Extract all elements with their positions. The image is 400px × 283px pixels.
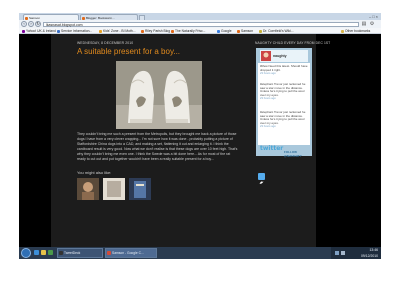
address-bar[interactable]: lkasnasat.blogspot.com bbox=[43, 21, 359, 27]
page-icon bbox=[259, 29, 262, 33]
tweet-text: #lifew Need this latest. Should have dro… bbox=[260, 64, 308, 72]
ie-icon[interactable] bbox=[34, 250, 39, 255]
toolbar: ‹ › ↻ lkasnasat.blogspot.com ▤ ⚙ bbox=[19, 20, 381, 28]
chrome-icon bbox=[107, 251, 111, 255]
post-date: WEDNESDAY, 8 DECEMBER 2010 bbox=[77, 41, 134, 45]
taskbar-item-chrome[interactable]: Samson - Google C... bbox=[105, 248, 157, 258]
twitter-bird-icon bbox=[259, 181, 264, 184]
web-page: WEDNESDAY, 8 DECEMBER 2010 A suitable pr… bbox=[19, 34, 381, 247]
post-body: They couldn't bring me such a present fr… bbox=[77, 132, 238, 161]
post-title[interactable]: A suitable present for a boy... bbox=[77, 47, 180, 56]
tweet-list: #lifew Need this latest. Should have dro… bbox=[258, 63, 310, 145]
media-icon[interactable] bbox=[48, 250, 53, 255]
tweet: #elephant Trevor just reckoned he saw a … bbox=[260, 110, 308, 129]
might-also-like-heading: You might also like: bbox=[77, 170, 112, 175]
tweet-text: #elephant Trevor just reckoned he saw a … bbox=[260, 82, 306, 97]
taskbar-item-tweetdeck[interactable]: TweetDeck bbox=[57, 248, 103, 258]
forward-arrow-icon: › bbox=[30, 21, 32, 26]
post-photo-porcelain-dogs[interactable] bbox=[116, 61, 202, 129]
wrench-icon[interactable]: ⚙ bbox=[369, 21, 375, 27]
page-icon bbox=[57, 29, 60, 33]
follow-link[interactable]: FOLLOW @NAUGHTY bbox=[284, 150, 310, 158]
screenshot: Samson Blogger: Bookworm... –□× ‹ › ↻ lk… bbox=[19, 13, 381, 259]
thumbnail-image bbox=[129, 178, 151, 200]
reload-icon: ↻ bbox=[36, 21, 40, 26]
tab-bar: Samson Blogger: Bookworm... –□× bbox=[19, 13, 381, 20]
twitter-widget-header: naughty bbox=[260, 50, 308, 62]
twitter-widget-footer: twitter FOLLOW @NAUGHTY bbox=[258, 145, 310, 158]
twitter-logo[interactable]: twitter bbox=[260, 145, 283, 152]
yahoo-icon bbox=[22, 29, 25, 33]
tweet-button[interactable] bbox=[258, 173, 265, 184]
tweet-text: #elephant Trevor just reckoned he saw a … bbox=[260, 110, 306, 125]
related-post-thumbnail[interactable] bbox=[103, 178, 125, 200]
forward-button[interactable]: › bbox=[28, 21, 34, 27]
tweet-time[interactable]: 23 hours ago bbox=[260, 72, 308, 76]
tweet-time[interactable]: 23 hours ago bbox=[260, 97, 308, 101]
sidebar-heading: NAUGHTY CHILD EVERY DAY FROM DEC 1ST bbox=[255, 41, 331, 45]
twitter-avatar[interactable] bbox=[261, 51, 271, 61]
tweetdeck-icon bbox=[59, 251, 63, 255]
start-button[interactable] bbox=[21, 248, 31, 258]
volume-icon[interactable] bbox=[341, 251, 345, 255]
related-post-thumbnail[interactable] bbox=[77, 178, 99, 200]
folder-icon[interactable] bbox=[41, 250, 46, 255]
blogger-icon bbox=[141, 29, 144, 33]
thumbnail-image bbox=[103, 178, 125, 200]
back-button[interactable]: ‹ bbox=[21, 21, 27, 27]
clock-date: 09/12/2010 bbox=[361, 254, 378, 258]
window-controls[interactable]: –□× bbox=[369, 14, 379, 19]
windows-taskbar: TweetDeck Samson - Google C... 13:46 09/… bbox=[19, 247, 381, 259]
google-icon bbox=[217, 29, 220, 33]
reload-button[interactable]: ↻ bbox=[35, 21, 41, 27]
porcelain-dogs-image bbox=[116, 61, 202, 129]
tweet: #lifew Need this latest. Should have dro… bbox=[260, 64, 308, 76]
tweet: #elephant Trevor just reckoned he saw a … bbox=[260, 82, 308, 101]
related-post-thumbnail[interactable] bbox=[129, 178, 151, 200]
system-tray: 13:46 09/12/2010 bbox=[331, 247, 381, 259]
tweet-time[interactable]: 23 hours ago bbox=[260, 125, 308, 129]
clock[interactable]: 13:46 09/12/2010 bbox=[361, 247, 378, 259]
thumbnail-image bbox=[77, 178, 99, 200]
network-icon[interactable] bbox=[335, 251, 339, 255]
twitter-widget: naughty #lifew Need this latest. Should … bbox=[256, 48, 312, 158]
blogger-icon bbox=[237, 29, 240, 33]
close-icon[interactable]: × bbox=[376, 14, 379, 19]
folder-icon bbox=[341, 29, 344, 33]
twitter-handle[interactable]: naughty bbox=[273, 54, 287, 58]
back-arrow-icon: ‹ bbox=[23, 21, 25, 26]
page-menu-icon[interactable]: ▤ bbox=[361, 21, 367, 27]
page-icon bbox=[99, 29, 102, 33]
blogger-icon bbox=[171, 29, 174, 33]
